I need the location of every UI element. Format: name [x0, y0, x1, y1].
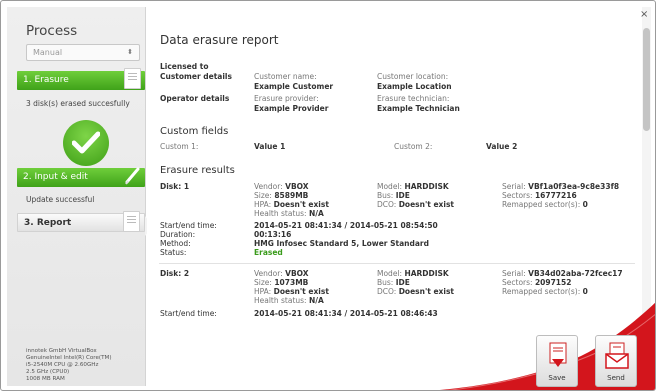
step-erasure-label: 1. Erasure: [23, 75, 69, 85]
disk1-vendor: Vendor: VBOX: [254, 182, 309, 191]
send-button-label: Send: [607, 374, 625, 382]
disk1-duration-value: 00:13:16: [254, 230, 292, 239]
disk2-bus: Bus: IDE: [377, 278, 410, 287]
disk1-model: Model: HARDDISK: [377, 182, 449, 191]
sysinfo-line: GenuineIntel Intel(R) Core(TM): [26, 355, 112, 361]
chevron-updown-icon: ⬍: [127, 48, 133, 56]
disk2-label: Disk: 2: [160, 269, 190, 278]
step-input-edit[interactable]: 2. Input & edit: [17, 165, 145, 187]
process-mode-value: Manual: [33, 48, 63, 57]
disk1-bus: Bus: IDE: [377, 191, 410, 200]
report-title: Data erasure report: [160, 33, 279, 47]
report-document-icon: [123, 211, 140, 232]
step-input-edit-note: Update successful: [26, 195, 95, 204]
customer-location-value: Example Location: [377, 82, 452, 91]
system-info: innotek GmbH VirtualBox GenuineIntel Int…: [26, 348, 112, 383]
app-window: Process Manual ⬍ 1. Erasure 3 disk(s) er…: [0, 0, 656, 391]
disk1-sectors: Sectors: 16777216: [502, 191, 577, 200]
erasure-provider-label: Erasure provider:: [254, 94, 319, 103]
step-report-label: 3. Report: [24, 218, 72, 228]
erasure-technician-label: Erasure technician:: [377, 94, 450, 103]
operator-details-label: Operator details: [160, 94, 230, 103]
custom2-label: Custom 2:: [394, 142, 433, 151]
step-input-edit-label: 2. Input & edit: [23, 172, 88, 182]
disk1-label: Disk: 1: [160, 182, 190, 191]
licensed-label: Licensed to: [160, 62, 209, 71]
disk1-duration-label: Duration:: [160, 230, 196, 239]
disk1-startend-label: Start/end time:: [160, 221, 217, 230]
process-title: Process: [26, 23, 78, 39]
erasure-technician-value: Example Technician: [377, 104, 460, 113]
disk1-startend-value: 2014-05-21 08:41:34 / 2014-05-21 08:54:5…: [254, 221, 438, 230]
erasure-document-icon: [124, 68, 141, 89]
send-button[interactable]: Send: [595, 335, 637, 387]
disk1-method-label: Method:: [160, 239, 191, 248]
process-sidebar: Process Manual ⬍ 1. Erasure 3 disk(s) er…: [7, 7, 153, 386]
sysinfo-line: innotek GmbH VirtualBox: [26, 348, 97, 354]
disk1-remapped: Remapped sector(s): 0: [502, 200, 588, 209]
sysinfo-line: i5-2540M CPU @ 2.60GHz: [26, 362, 99, 368]
disk2-remapped: Remapped sector(s): 0: [502, 287, 588, 296]
custom-fields-title: Custom fields: [160, 126, 229, 137]
disk1-size: Size: 8589MB: [254, 191, 309, 200]
success-check-icon: [63, 120, 109, 166]
disk2-size: Size: 1073MB: [254, 278, 309, 287]
customer-details-label: Customer details: [160, 72, 232, 81]
disk2-hpa: HPA: Doesn't exist: [254, 287, 329, 296]
step-report[interactable]: 3. Report: [17, 211, 145, 232]
disk1-status-label: Status:: [160, 248, 187, 257]
custom1-label: Custom 1:: [160, 142, 199, 151]
save-report-icon: [549, 342, 567, 367]
disk2-dco: DCO: Doesn't exist: [377, 287, 455, 296]
disk2-sectors: Sectors: 2097152: [502, 278, 572, 287]
disk2-model: Model: HARDDISK: [377, 269, 449, 278]
custom2-value: Value 2: [486, 142, 518, 151]
step-erasure[interactable]: 1. Erasure: [17, 68, 145, 90]
customer-name-label: Customer name:: [254, 72, 317, 81]
step-erasure-note: 3 disk(s) erased succesfully: [26, 99, 130, 108]
report-scrollbar-thumb[interactable]: [643, 28, 650, 131]
custom1-value: Value 1: [254, 142, 286, 151]
disk1-status-value: Erased: [254, 248, 283, 257]
customer-location-label: Customer location:: [377, 72, 449, 81]
disk1-serial: Serial: VBf1a0f3ea-9c8e33f8: [502, 182, 620, 191]
erasure-results-title: Erasure results: [160, 165, 235, 176]
save-button-label: Save: [548, 374, 566, 382]
disk-divider: [159, 263, 635, 264]
disk2-serial: Serial: VB34d02aba-72fcec17: [502, 269, 623, 278]
process-mode-select[interactable]: Manual ⬍: [26, 44, 140, 61]
disk1-dco: DCO: Doesn't exist: [377, 200, 455, 209]
close-icon[interactable]: ×: [640, 9, 648, 20]
save-button[interactable]: Save: [536, 335, 578, 387]
sysinfo-line: 2.5 GHz (CPU0): [26, 369, 70, 375]
disk1-method-value: HMG Infosec Standard 5, Lower Standard: [254, 239, 429, 248]
disk2-startend-label: Start/end time:: [160, 309, 217, 318]
disk1-health: Health status: N/A: [254, 209, 324, 218]
sysinfo-line: 1008 MB RAM: [26, 376, 65, 382]
erasure-provider-value: Example Provider: [254, 104, 329, 113]
disk2-health: Health status: N/A: [254, 296, 324, 305]
pencil-icon: [124, 165, 141, 186]
send-report-icon: [605, 342, 629, 369]
disk2-vendor: Vendor: VBOX: [254, 269, 309, 278]
customer-name-value: Example Customer: [254, 82, 334, 91]
disk1-hpa: HPA: Doesn't exist: [254, 200, 329, 209]
